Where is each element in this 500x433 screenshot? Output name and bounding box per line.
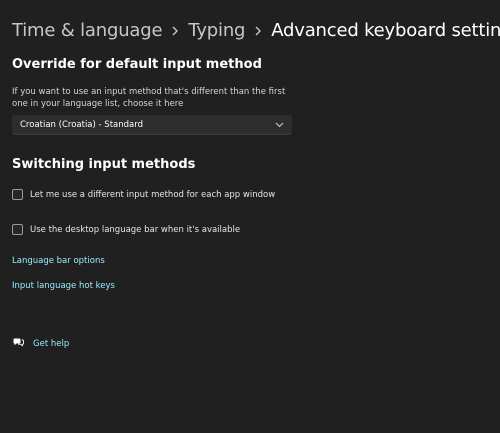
override-section-title: Override for default input method: [12, 57, 262, 72]
desktop-language-bar-checkbox[interactable]: [12, 224, 23, 235]
per-app-input-method-checkbox[interactable]: [12, 189, 23, 200]
per-app-input-method-option[interactable]: Let me use a different input method for …: [12, 189, 275, 200]
switching-section-title: Switching input methods: [12, 157, 196, 172]
page-title: Advanced keyboard settings: [271, 20, 500, 41]
override-description: If you want to use an input method that'…: [12, 87, 286, 109]
language-bar-options-link[interactable]: Language bar options: [12, 256, 105, 266]
input-method-dropdown[interactable]: Croatian (Croatia) - Standard: [12, 115, 292, 135]
per-app-input-method-label: Let me use a different input method for …: [30, 189, 276, 200]
chevron-down-icon: [275, 122, 284, 128]
chevron-right-icon: [162, 26, 188, 36]
get-help-link[interactable]: Get help: [12, 334, 69, 353]
breadcrumb-time-language[interactable]: Time & language: [12, 18, 163, 44]
get-help-label: Get help: [33, 338, 70, 349]
chevron-right-icon: [245, 26, 271, 36]
desktop-language-bar-label: Use the desktop language bar when it's a…: [30, 224, 241, 235]
desktop-language-bar-option[interactable]: Use the desktop language bar when it's a…: [12, 224, 240, 235]
settings-page: Time & language Typing Advanced keyboard…: [0, 0, 500, 433]
input-language-hot-keys-link[interactable]: Input language hot keys: [12, 281, 115, 291]
help-chat-icon: [12, 334, 24, 353]
breadcrumb-typing[interactable]: Typing: [188, 18, 245, 44]
dropdown-selected-value: Croatian (Croatia) - Standard: [20, 119, 143, 130]
breadcrumb: Time & language Typing Advanced keyboard…: [12, 18, 500, 44]
